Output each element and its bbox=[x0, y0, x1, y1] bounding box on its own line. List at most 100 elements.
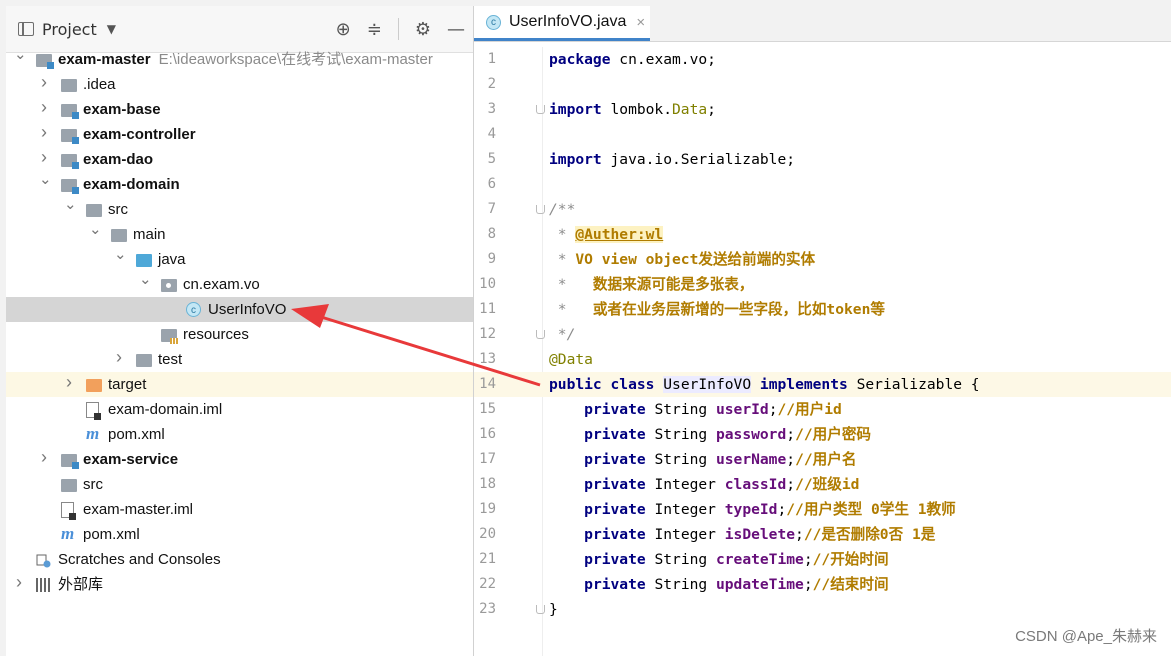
code-editor[interactable]: 1 package cn.exam.vo; 2 3 import lombok.Data… bbox=[474, 47, 1171, 622]
code-text: */ bbox=[549, 326, 576, 343]
settings-icon[interactable]: ⚙ bbox=[415, 19, 431, 40]
code-line[interactable]: 1 package cn.exam.vo; bbox=[474, 47, 1171, 72]
line-number: 17 bbox=[479, 451, 496, 467]
code-line[interactable]: 17 private String userName;//用户名 bbox=[474, 447, 1171, 472]
code-line[interactable]: 7 /** bbox=[474, 197, 1171, 222]
project-panel-title[interactable]: Project bbox=[42, 20, 97, 39]
tree-row[interactable]: m pom.xml bbox=[6, 522, 473, 547]
code-line[interactable]: 12 */ bbox=[474, 322, 1171, 347]
chevron-down-icon[interactable]: ⌄ bbox=[139, 272, 152, 287]
hide-icon[interactable]: — bbox=[447, 19, 465, 40]
chevron-right-icon[interactable]: › bbox=[39, 73, 49, 91]
close-icon[interactable]: × bbox=[636, 14, 645, 31]
code-line[interactable]: 23} bbox=[474, 597, 1171, 622]
line-number: 10 bbox=[479, 276, 496, 292]
tree-item-label: test bbox=[158, 351, 183, 368]
fold-icon[interactable] bbox=[536, 105, 545, 114]
tree-row[interactable]: ⌄ src bbox=[6, 197, 473, 222]
tree-row[interactable]: › 外部库 bbox=[6, 572, 473, 597]
chevron-down-icon[interactable]: ▼ bbox=[107, 22, 116, 36]
tree-row[interactable]: c UserInfoVO bbox=[6, 297, 473, 322]
tree-row[interactable]: exam-domain.iml bbox=[6, 397, 473, 422]
code-line[interactable]: 13 @Data bbox=[474, 347, 1171, 372]
code-text: private Integer typeId;//用户类型 0学生 1教师 bbox=[584, 501, 956, 518]
project-panel: Project ▼ ⊕ ≑ ⚙ — ⌄ exam-master E:\ideawor… bbox=[6, 6, 474, 656]
code-line[interactable]: 4 bbox=[474, 122, 1171, 147]
tree-row[interactable]: ⌄ cn.exam.vo bbox=[6, 272, 473, 297]
chevron-right-icon[interactable]: › bbox=[39, 448, 49, 466]
code-line[interactable]: 16 private String password;//用户密码 bbox=[474, 422, 1171, 447]
code-line[interactable]: 8 * @Auther:wl bbox=[474, 222, 1171, 247]
tab-label: UserInfoVO.java bbox=[509, 13, 627, 30]
tree-row[interactable]: › .idea bbox=[6, 72, 473, 97]
line-number: 4 bbox=[487, 126, 496, 142]
code-line[interactable]: 5 import java.io.Serializable; bbox=[474, 147, 1171, 172]
chevron-down-icon[interactable]: ⌄ bbox=[64, 197, 77, 212]
chevron-right-icon[interactable]: › bbox=[64, 373, 74, 391]
tree-row[interactable]: src bbox=[6, 472, 473, 497]
tree-row[interactable]: resources bbox=[6, 322, 473, 347]
iml-file-icon bbox=[61, 502, 76, 520]
code-text: private String updateTime;//结束时间 bbox=[584, 576, 889, 593]
tree-row[interactable]: ⌄ main bbox=[6, 222, 473, 247]
tree-row[interactable]: ⌄ java bbox=[6, 247, 473, 272]
tree-row[interactable]: › test bbox=[6, 347, 473, 372]
code-line[interactable]: 15 private String userId;//用户id bbox=[474, 397, 1171, 422]
tree-item-label: exam-base bbox=[83, 101, 161, 118]
chevron-right-icon[interactable]: › bbox=[114, 348, 124, 366]
code-text: * 数据来源可能是多张表， bbox=[549, 276, 754, 293]
tree-row[interactable]: › exam-dao bbox=[6, 147, 473, 172]
tree-row[interactable]: › exam-controller bbox=[6, 122, 473, 147]
tree-row[interactable]: › target bbox=[6, 372, 473, 397]
locate-icon[interactable]: ⊕ bbox=[336, 19, 351, 40]
folder-icon bbox=[111, 229, 127, 242]
code-line[interactable]: 11 * 或者在业务层新增的一些字段，比如token等 bbox=[474, 297, 1171, 322]
line-number: 16 bbox=[479, 426, 496, 442]
code-line[interactable]: 9 * VO view object发送给前端的实体 bbox=[474, 247, 1171, 272]
code-line[interactable]: 3 import lombok.Data; bbox=[474, 97, 1171, 122]
tree-row[interactable]: Scratches and Consoles bbox=[6, 547, 473, 572]
maven-icon: m bbox=[86, 424, 100, 443]
tree-row[interactable]: exam-master.iml bbox=[6, 497, 473, 522]
tree-item-label: src bbox=[108, 201, 128, 218]
code-text: @Data bbox=[549, 351, 593, 368]
chevron-right-icon[interactable]: › bbox=[39, 123, 49, 141]
line-number: 18 bbox=[479, 476, 496, 492]
tree-row[interactable]: › exam-service bbox=[6, 447, 473, 472]
editor-tab-bar: c UserInfoVO.java × bbox=[474, 6, 1171, 42]
code-line[interactable]: 6 bbox=[474, 172, 1171, 197]
code-line[interactable]: 21 private String createTime;//开始时间 bbox=[474, 547, 1171, 572]
tree-row[interactable]: › exam-base bbox=[6, 97, 473, 122]
fold-icon[interactable] bbox=[536, 330, 545, 339]
chevron-right-icon[interactable]: › bbox=[14, 573, 24, 591]
code-line[interactable]: 18 private Integer classId;//班级id bbox=[474, 472, 1171, 497]
chevron-down-icon[interactable]: ⌄ bbox=[114, 247, 127, 262]
tree-item-label: .idea bbox=[83, 76, 116, 93]
tree-row[interactable]: ⌄ exam-master E:\ideaworkspace\在线考试\exam-m… bbox=[6, 47, 473, 72]
fold-icon[interactable] bbox=[536, 605, 545, 614]
chevron-down-icon[interactable]: ⌄ bbox=[14, 47, 27, 62]
module-folder-icon bbox=[61, 154, 79, 169]
tab-userinfovo-java[interactable]: c UserInfoVO.java × bbox=[474, 6, 650, 41]
code-line[interactable]: 2 bbox=[474, 72, 1171, 97]
line-number: 1 bbox=[487, 51, 496, 67]
fold-icon[interactable] bbox=[536, 205, 545, 214]
collapse-all-icon[interactable]: ≑ bbox=[367, 19, 382, 40]
code-line[interactable]: 19 private Integer typeId;//用户类型 0学生 1教师 bbox=[474, 497, 1171, 522]
iml-file-icon bbox=[86, 402, 101, 420]
code-line[interactable]: 22 private String updateTime;//结束时间 bbox=[474, 572, 1171, 597]
code-line[interactable]: 14 public class UserInfoVO implements Ser… bbox=[474, 372, 1171, 397]
line-number: 14 bbox=[479, 376, 496, 392]
tree-item-label: main bbox=[133, 226, 166, 243]
chevron-down-icon[interactable]: ⌄ bbox=[39, 172, 52, 187]
line-number: 12 bbox=[479, 326, 496, 342]
code-line[interactable]: 20 private Integer isDelete;//是否删除0否 1是 bbox=[474, 522, 1171, 547]
chevron-right-icon[interactable]: › bbox=[39, 98, 49, 116]
code-text: * 或者在业务层新增的一些字段，比如token等 bbox=[549, 301, 885, 318]
tree-row[interactable]: ⌄ exam-domain bbox=[6, 172, 473, 197]
code-line[interactable]: 10 * 数据来源可能是多张表， bbox=[474, 272, 1171, 297]
tree-row[interactable]: m pom.xml bbox=[6, 422, 473, 447]
line-number: 19 bbox=[479, 501, 496, 517]
chevron-right-icon[interactable]: › bbox=[39, 148, 49, 166]
chevron-down-icon[interactable]: ⌄ bbox=[89, 222, 102, 237]
